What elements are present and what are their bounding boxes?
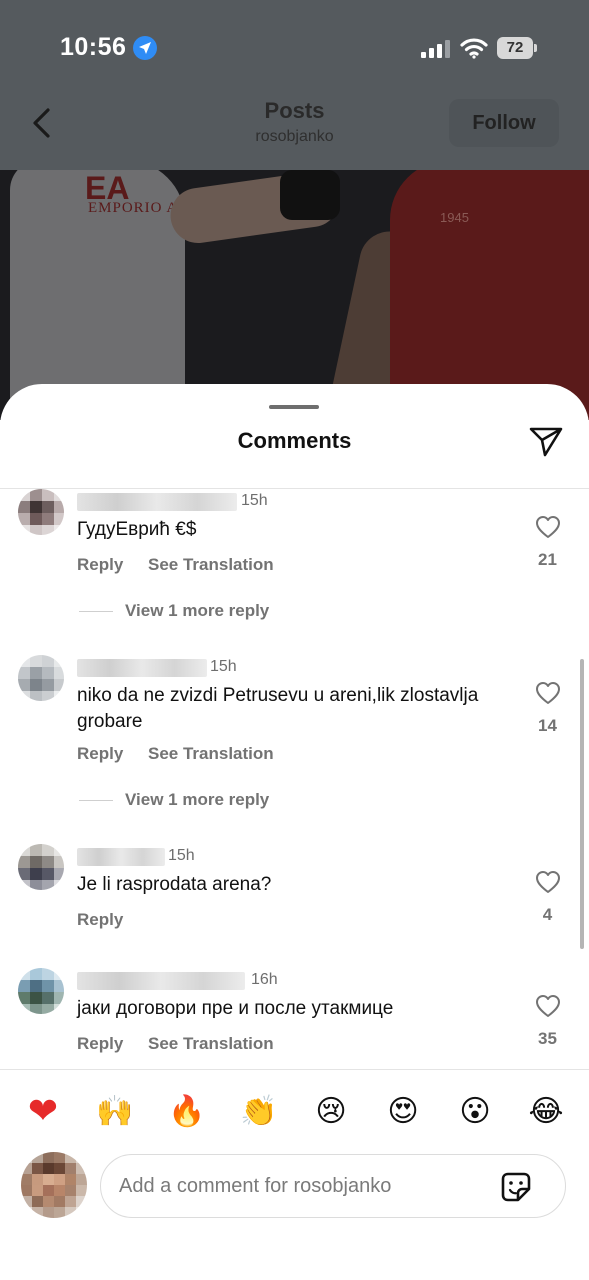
more-replies-line xyxy=(79,611,113,612)
like-count: 21 xyxy=(538,550,557,569)
comment-input[interactable] xyxy=(119,1155,489,1217)
battery-level: 72 xyxy=(506,39,524,56)
battery-icon: 72 xyxy=(497,37,537,59)
comment-text: Je li rasprodata arena? xyxy=(77,874,272,895)
comment-time: 15h xyxy=(210,658,237,675)
username-blurred[interactable] xyxy=(77,848,165,866)
like-count: 4 xyxy=(542,905,553,924)
avatar[interactable] xyxy=(18,968,64,1014)
sticker-icon[interactable] xyxy=(498,1169,534,1205)
more-replies-line xyxy=(79,800,113,801)
sheet-title: Comments xyxy=(237,428,352,453)
current-user-avatar xyxy=(21,1152,87,1218)
avatar[interactable] xyxy=(18,655,64,701)
emoji-reaction-bar: ❤ 🙌 🔥 👏 😢 😍 😮 😂 xyxy=(0,1084,589,1140)
like-count: 35 xyxy=(538,1029,557,1048)
avatar[interactable] xyxy=(18,844,64,890)
comment-text: ГудуЕврић €$ xyxy=(77,519,197,540)
emoji-heart-eyes[interactable]: 😍 xyxy=(383,1092,423,1132)
scrollbar[interactable] xyxy=(580,659,584,949)
sheet-grabber[interactable] xyxy=(269,405,319,409)
emoji-surprised-face[interactable]: 😮 xyxy=(455,1092,495,1132)
username-blurred[interactable] xyxy=(77,493,237,511)
comment-input-box[interactable] xyxy=(100,1154,566,1218)
follow-button[interactable]: Follow xyxy=(449,99,559,147)
heart-outline-icon[interactable] xyxy=(535,870,561,894)
view-more-replies-button[interactable]: View 1 more reply xyxy=(125,790,269,810)
heart-outline-icon[interactable] xyxy=(535,681,561,705)
emoji-tears-of-joy[interactable]: 😂 xyxy=(526,1092,566,1132)
reply-button[interactable]: Reply xyxy=(77,1034,123,1054)
username-blurred[interactable] xyxy=(77,659,207,677)
status-time: 10:56 xyxy=(60,33,127,61)
heart-outline-icon[interactable] xyxy=(535,515,561,539)
see-translation-link[interactable]: See Translation xyxy=(148,555,274,575)
reply-button[interactable]: Reply xyxy=(77,555,123,575)
view-more-replies-button[interactable]: View 1 more reply xyxy=(125,601,269,621)
comment-text: јаки договори пре и после утакмице xyxy=(77,998,394,1019)
emoji-heart[interactable]: ❤ xyxy=(23,1092,63,1132)
wifi-icon xyxy=(460,38,488,59)
reply-button[interactable]: Reply xyxy=(77,744,123,764)
reply-button[interactable]: Reply xyxy=(77,910,123,930)
emoji-fire[interactable]: 🔥 xyxy=(167,1092,207,1132)
signal-bars-icon xyxy=(421,40,450,58)
like-count: 14 xyxy=(538,716,557,735)
see-translation-link[interactable]: See Translation xyxy=(148,1034,274,1054)
emoji-raised-hands[interactable]: 🙌 xyxy=(95,1092,135,1132)
emoji-crying-face[interactable]: 😢 xyxy=(311,1092,351,1132)
avatar[interactable] xyxy=(18,489,64,535)
status-bar: 10:56 72 xyxy=(0,0,589,95)
comment-text: niko da ne zvizdi Petrusevu u areni,lik … xyxy=(77,685,479,732)
emoji-clapping-hands[interactable]: 👏 xyxy=(239,1092,279,1132)
comment-time: 16h xyxy=(251,971,278,988)
comments-sheet: Comments 15h ГудуЕврић €$ Reply See Tran… xyxy=(0,384,589,1280)
see-translation-link[interactable]: See Translation xyxy=(148,744,274,764)
comment-time: 15h xyxy=(168,847,195,864)
username-blurred[interactable] xyxy=(77,972,245,990)
heart-outline-icon[interactable] xyxy=(535,994,561,1018)
location-arrow-icon xyxy=(133,36,157,60)
post-photo: EA EMPORIO AR 1945 xyxy=(0,170,589,420)
jersey-number: 1945 xyxy=(440,210,469,225)
send-icon[interactable] xyxy=(528,425,564,459)
emoji-bar-divider xyxy=(0,1069,589,1070)
comment-time: 15h xyxy=(241,492,268,509)
comments-list[interactable]: 15h ГудуЕврић €$ Reply See Translation 2… xyxy=(0,489,589,1069)
